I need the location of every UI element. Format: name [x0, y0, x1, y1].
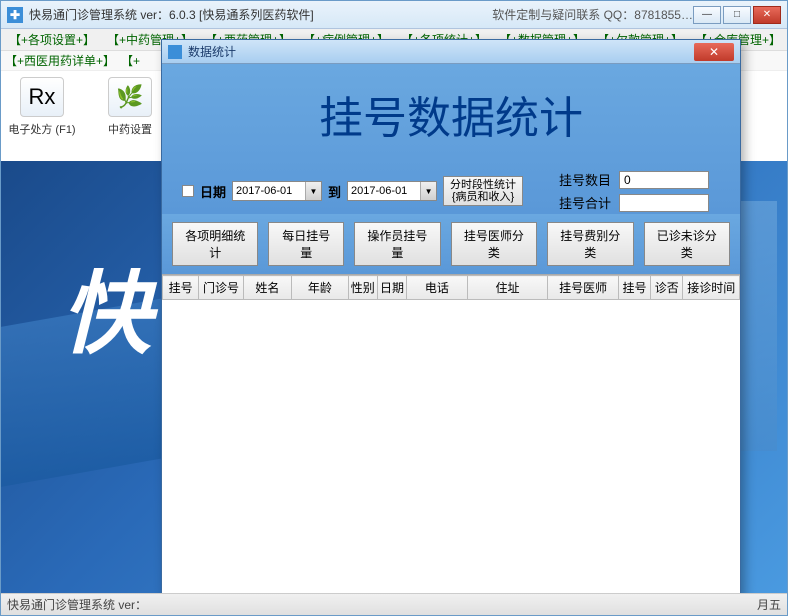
reg-count-value: 0	[619, 171, 709, 189]
btn-operator-reg[interactable]: 操作员挂号量	[354, 222, 440, 266]
menu-settings[interactable]: 【+各项设置+】	[5, 30, 97, 49]
statusbar-left: 快易通门诊管理系统 ver：	[7, 596, 147, 613]
col-address[interactable]: 住址	[467, 276, 548, 300]
col-diagtime[interactable]: 接诊时间	[683, 276, 740, 300]
period-stats-button[interactable]: 分时段性统计 {病员和收入}	[443, 176, 523, 206]
close-button[interactable]: ✕	[753, 6, 781, 24]
main-window: ✚ 快易通门诊管理系统 ver：6.0.3 [快易通系列医药软件] 软件定制与疑…	[0, 0, 788, 616]
submenu-western-detail[interactable]: 【+西医用药详单+】	[5, 52, 115, 69]
btn-detail-stats[interactable]: 各项明细统计	[172, 222, 258, 266]
col-clinicno[interactable]: 门诊号	[199, 276, 243, 300]
data-table-area[interactable]: 挂号 门诊号 姓名 年龄 性别 日期 电话 住址 挂号医师 挂号 诊否 接诊时间	[162, 274, 740, 608]
period-btn-line1: 分时段性统计	[450, 179, 516, 191]
herb-icon: 🌿	[108, 77, 152, 117]
col-doctor[interactable]: 挂号医师	[548, 276, 619, 300]
dialog-header-area: 挂号数据统计 日期 ▼ 到 ▼ 分时段性统计 {病员和收入}	[162, 64, 740, 214]
bg-big-text: 快	[61, 241, 151, 371]
reg-count-label: 挂号数目	[559, 170, 615, 189]
filter-row: 日期 ▼ 到 ▼ 分时段性统计 {病员和收入} 挂号数目 0	[172, 170, 730, 212]
tool-e-prescription[interactable]: Rx 电子处方 (F1)	[7, 77, 77, 137]
date-label: 日期	[200, 182, 226, 201]
btn-daily-reg[interactable]: 每日挂号量	[268, 222, 344, 266]
col-reg2[interactable]: 挂号	[618, 276, 650, 300]
statusbar: 快易通门诊管理系统 ver： 月五	[1, 593, 787, 615]
tool-herb-label: 中药设置	[108, 121, 152, 137]
col-gender[interactable]: 性别	[348, 276, 377, 300]
dialog-heading: 挂号数据统计	[172, 74, 730, 170]
rx-icon: Rx	[20, 77, 64, 117]
chevron-down-icon[interactable]: ▼	[305, 182, 321, 200]
tool-rx-label: 电子处方 (F1)	[8, 121, 75, 137]
dialog-button-row: 各项明细统计 每日挂号量 操作员挂号量 挂号医师分类 挂号费别分类 已诊未诊分类	[162, 214, 740, 274]
reg-total-value	[619, 194, 709, 212]
date-to-field[interactable]	[348, 182, 420, 200]
chevron-down-icon[interactable]: ▼	[420, 182, 436, 200]
col-date[interactable]: 日期	[377, 276, 406, 300]
stats-dialog: 数据统计 ✕ 挂号数据统计 日期 ▼ 到 ▼ 分时段性统计 {病员和收入}	[161, 39, 741, 597]
table-header-row: 挂号 门诊号 姓名 年龄 性别 日期 电话 住址 挂号医师 挂号 诊否 接诊时间	[163, 276, 740, 300]
reg-total-label: 挂号合计	[559, 193, 615, 212]
date-checkbox[interactable]	[182, 185, 194, 197]
data-table: 挂号 门诊号 姓名 年龄 性别 日期 电话 住址 挂号医师 挂号 诊否 接诊时间	[162, 275, 740, 300]
main-titlebar: ✚ 快易通门诊管理系统 ver：6.0.3 [快易通系列医药软件] 软件定制与疑…	[1, 1, 787, 29]
btn-fee-class[interactable]: 挂号费别分类	[547, 222, 633, 266]
dialog-titlebar: 数据统计 ✕	[162, 40, 740, 64]
submenu-partial[interactable]: 【+	[121, 52, 140, 69]
tool-herb-settings[interactable]: 🌿 中药设置	[95, 77, 165, 137]
app-icon: ✚	[7, 7, 23, 23]
btn-doctor-class[interactable]: 挂号医师分类	[451, 222, 537, 266]
col-diagflag[interactable]: 诊否	[651, 276, 683, 300]
dialog-title: 数据统计	[188, 43, 694, 60]
col-name[interactable]: 姓名	[243, 276, 291, 300]
dialog-close-button[interactable]: ✕	[694, 43, 734, 61]
col-phone[interactable]: 电话	[407, 276, 468, 300]
window-subtitle: 软件定制与疑问联系 QQ：8781855…	[492, 6, 693, 23]
date-from-input[interactable]: ▼	[232, 181, 322, 201]
col-age[interactable]: 年龄	[292, 276, 348, 300]
date-from-field[interactable]	[233, 182, 305, 200]
statusbar-right: 月五	[757, 596, 781, 613]
stats-summary: 挂号数目 0 挂号合计	[559, 170, 709, 212]
maximize-button[interactable]: □	[723, 6, 751, 24]
window-controls: — □ ✕	[693, 6, 781, 24]
col-regno[interactable]: 挂号	[163, 276, 199, 300]
dialog-icon	[168, 45, 182, 59]
date-to-label: 到	[328, 182, 341, 201]
date-to-input[interactable]: ▼	[347, 181, 437, 201]
btn-diag-class[interactable]: 已诊未诊分类	[644, 222, 730, 266]
minimize-button[interactable]: —	[693, 6, 721, 24]
period-btn-line2: {病员和收入}	[450, 191, 516, 203]
window-title: 快易通门诊管理系统 ver：6.0.3 [快易通系列医药软件]	[29, 6, 492, 23]
